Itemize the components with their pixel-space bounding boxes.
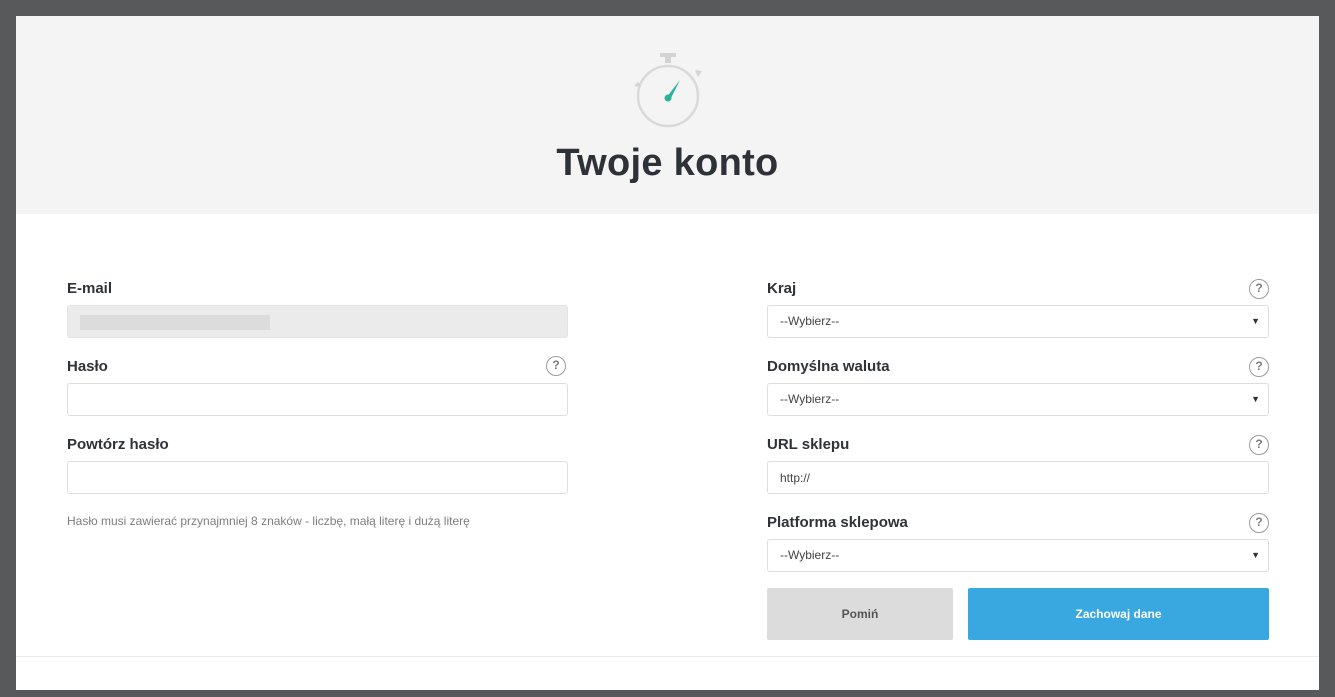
currency-label: Domyślna waluta bbox=[767, 358, 890, 375]
caret-down-icon: ▼ bbox=[1251, 394, 1260, 404]
platform-select-value: --Wybierz-- bbox=[780, 548, 840, 562]
page-title: Twoje konto bbox=[556, 142, 779, 184]
country-help-icon[interactable]: ? bbox=[1249, 279, 1269, 299]
country-select-value: --Wybierz-- bbox=[780, 314, 840, 328]
password-input[interactable] bbox=[68, 384, 567, 415]
password-help-icon[interactable]: ? bbox=[546, 356, 566, 376]
shop-url-input[interactable] bbox=[768, 462, 1268, 493]
password-field[interactable] bbox=[67, 383, 568, 416]
currency-select-value: --Wybierz-- bbox=[780, 392, 840, 406]
hero-banner: Twoje konto bbox=[16, 16, 1319, 214]
stopwatch-icon bbox=[634, 53, 702, 128]
email-label: E-mail bbox=[67, 280, 113, 297]
password-repeat-field[interactable] bbox=[67, 461, 568, 494]
country-select[interactable]: --Wybierz-- ▼ bbox=[767, 305, 1269, 338]
platform-help-icon[interactable]: ? bbox=[1249, 513, 1269, 533]
country-label: Kraj bbox=[767, 280, 797, 297]
shop-url-field[interactable] bbox=[767, 461, 1269, 494]
caret-down-icon: ▼ bbox=[1251, 316, 1260, 326]
password-hint: Hasło musi zawierać przynajmniej 8 znakó… bbox=[67, 514, 470, 528]
shop-url-help-icon[interactable]: ? bbox=[1249, 435, 1269, 455]
platform-select[interactable]: --Wybierz-- ▼ bbox=[767, 539, 1269, 572]
save-data-button[interactable]: Zachowaj dane bbox=[968, 588, 1269, 640]
email-field bbox=[67, 305, 568, 338]
password-label: Hasło bbox=[67, 358, 108, 375]
shop-url-label: URL sklepu bbox=[767, 436, 850, 453]
footer-divider bbox=[16, 656, 1319, 657]
account-form-window: Twoje konto E-mail Hasło ? Powtórz hasło… bbox=[16, 16, 1319, 690]
redacted-email-value bbox=[80, 315, 270, 330]
caret-down-icon: ▼ bbox=[1251, 550, 1260, 560]
password-repeat-label: Powtórz hasło bbox=[67, 436, 169, 453]
currency-select[interactable]: --Wybierz-- ▼ bbox=[767, 383, 1269, 416]
platform-label: Platforma sklepowa bbox=[767, 514, 908, 531]
password-repeat-input[interactable] bbox=[68, 462, 567, 493]
currency-help-icon[interactable]: ? bbox=[1249, 357, 1269, 377]
skip-button[interactable]: Pomiń bbox=[767, 588, 953, 640]
